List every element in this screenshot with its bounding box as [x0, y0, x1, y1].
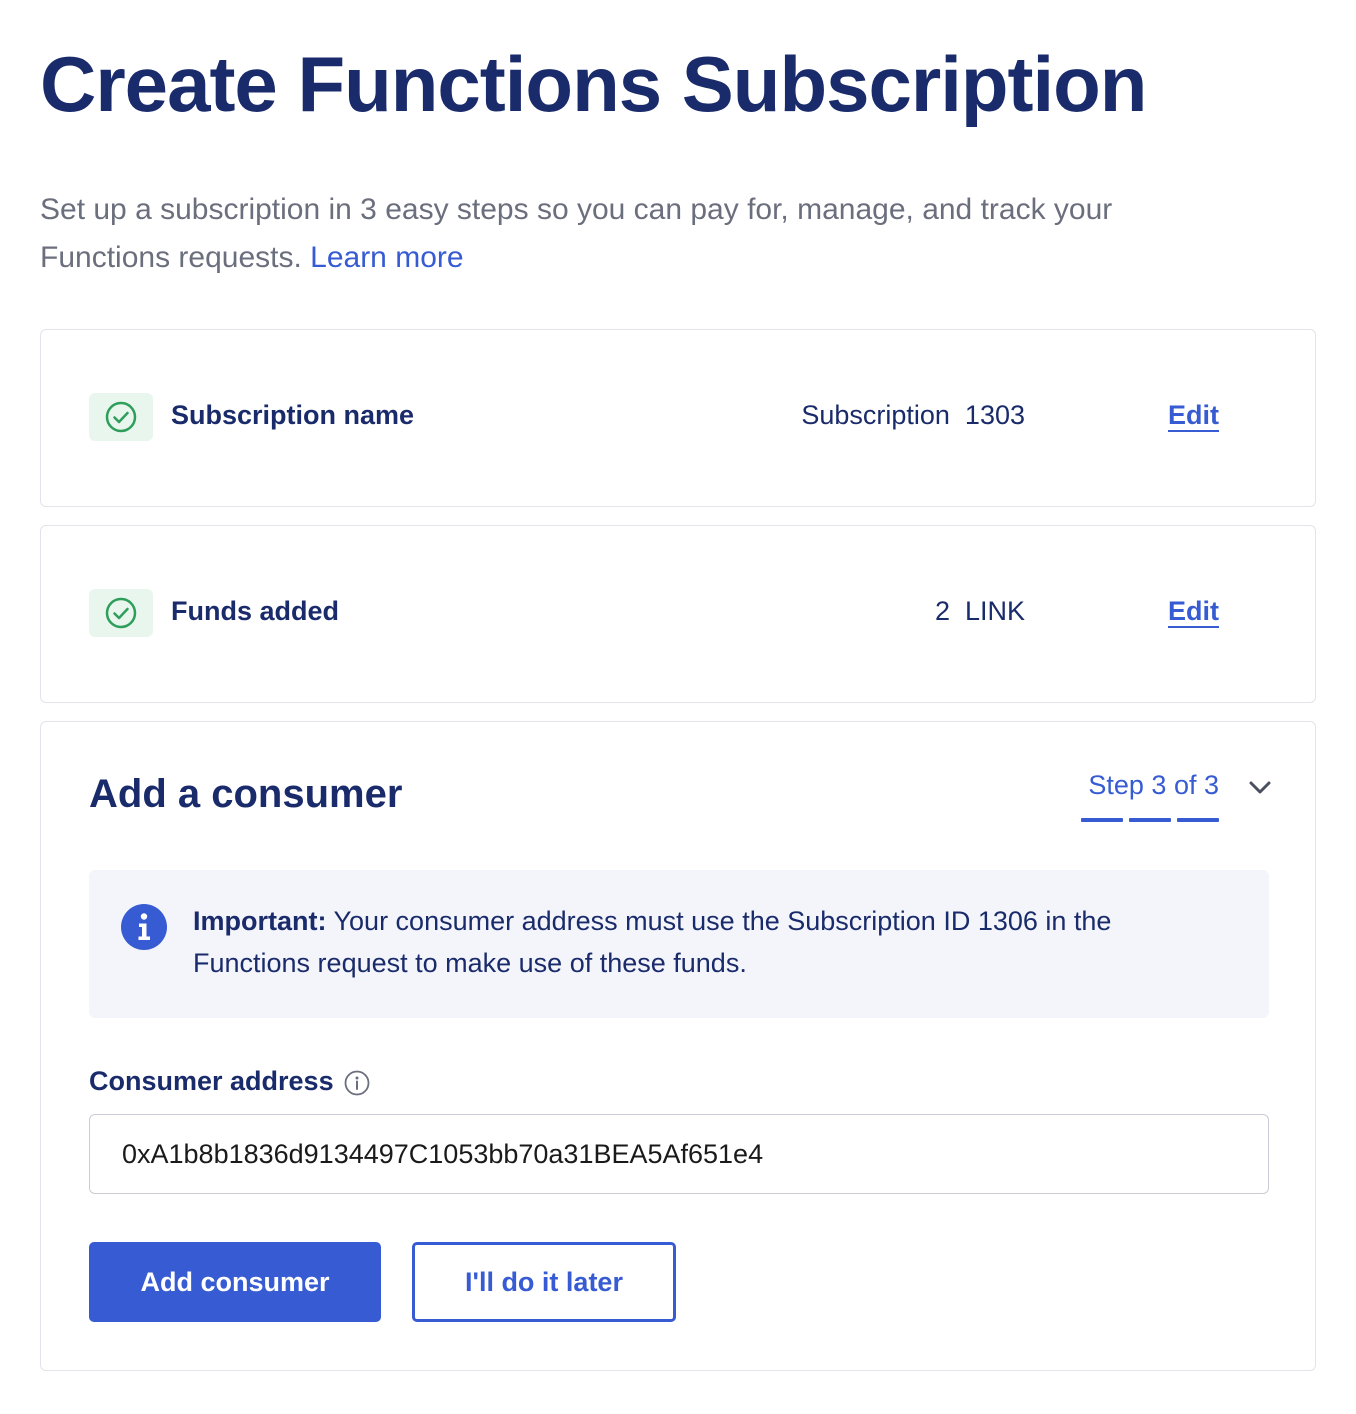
step-card-funds-added: Funds added 2 LINK Edit — [40, 525, 1316, 703]
add-consumer-button[interactable]: Add consumer — [89, 1242, 381, 1322]
step-indicator: Step 3 of 3 — [1088, 770, 1219, 800]
step-progress-bar — [1081, 818, 1123, 822]
step-progress-bar — [1177, 818, 1219, 822]
step-label: Subscription name — [171, 400, 415, 430]
info-icon — [120, 903, 168, 951]
consumer-address-label: Consumer address — [89, 1066, 334, 1096]
check-circle-icon — [89, 589, 153, 637]
check-circle-icon — [89, 393, 153, 441]
info-circle-icon[interactable] — [343, 1069, 371, 1097]
step-label: Funds added — [171, 596, 339, 626]
notice-title: Important: — [193, 906, 327, 936]
do-it-later-button[interactable]: I'll do it later — [412, 1242, 676, 1322]
notice-text: Important: Your consumer address must us… — [193, 900, 1213, 984]
step-progress-bar — [1129, 818, 1171, 822]
notice-body: Your consumer address must use the Subsc… — [193, 906, 1112, 978]
consumer-address-input[interactable] — [89, 1114, 1269, 1194]
add-consumer-heading: Add a consumer — [89, 772, 403, 816]
edit-funds-link[interactable]: Edit — [1168, 596, 1219, 627]
funds-added-value: 2 LINK — [934, 596, 1025, 626]
chevron-down-icon[interactable] — [1245, 774, 1275, 800]
learn-more-link[interactable]: Learn more — [310, 241, 463, 274]
intro-text: Set up a subscription in 3 easy steps so… — [40, 193, 1113, 274]
important-notice: Important: Your consumer address must us… — [89, 870, 1269, 1018]
step-card-add-consumer: Add a consumer Step 3 of 3 Important: Yo… — [40, 721, 1316, 1371]
subscription-name-value: Subscription 1303 — [801, 400, 1025, 430]
edit-subscription-name-link[interactable]: Edit — [1168, 400, 1219, 431]
page-title: Create Functions Subscription — [40, 40, 1147, 128]
step-card-subscription-name: Subscription name Subscription 1303 Edit — [40, 329, 1316, 507]
step-progress-bars — [1081, 818, 1219, 822]
page-intro: Set up a subscription in 3 easy steps so… — [40, 186, 1240, 282]
